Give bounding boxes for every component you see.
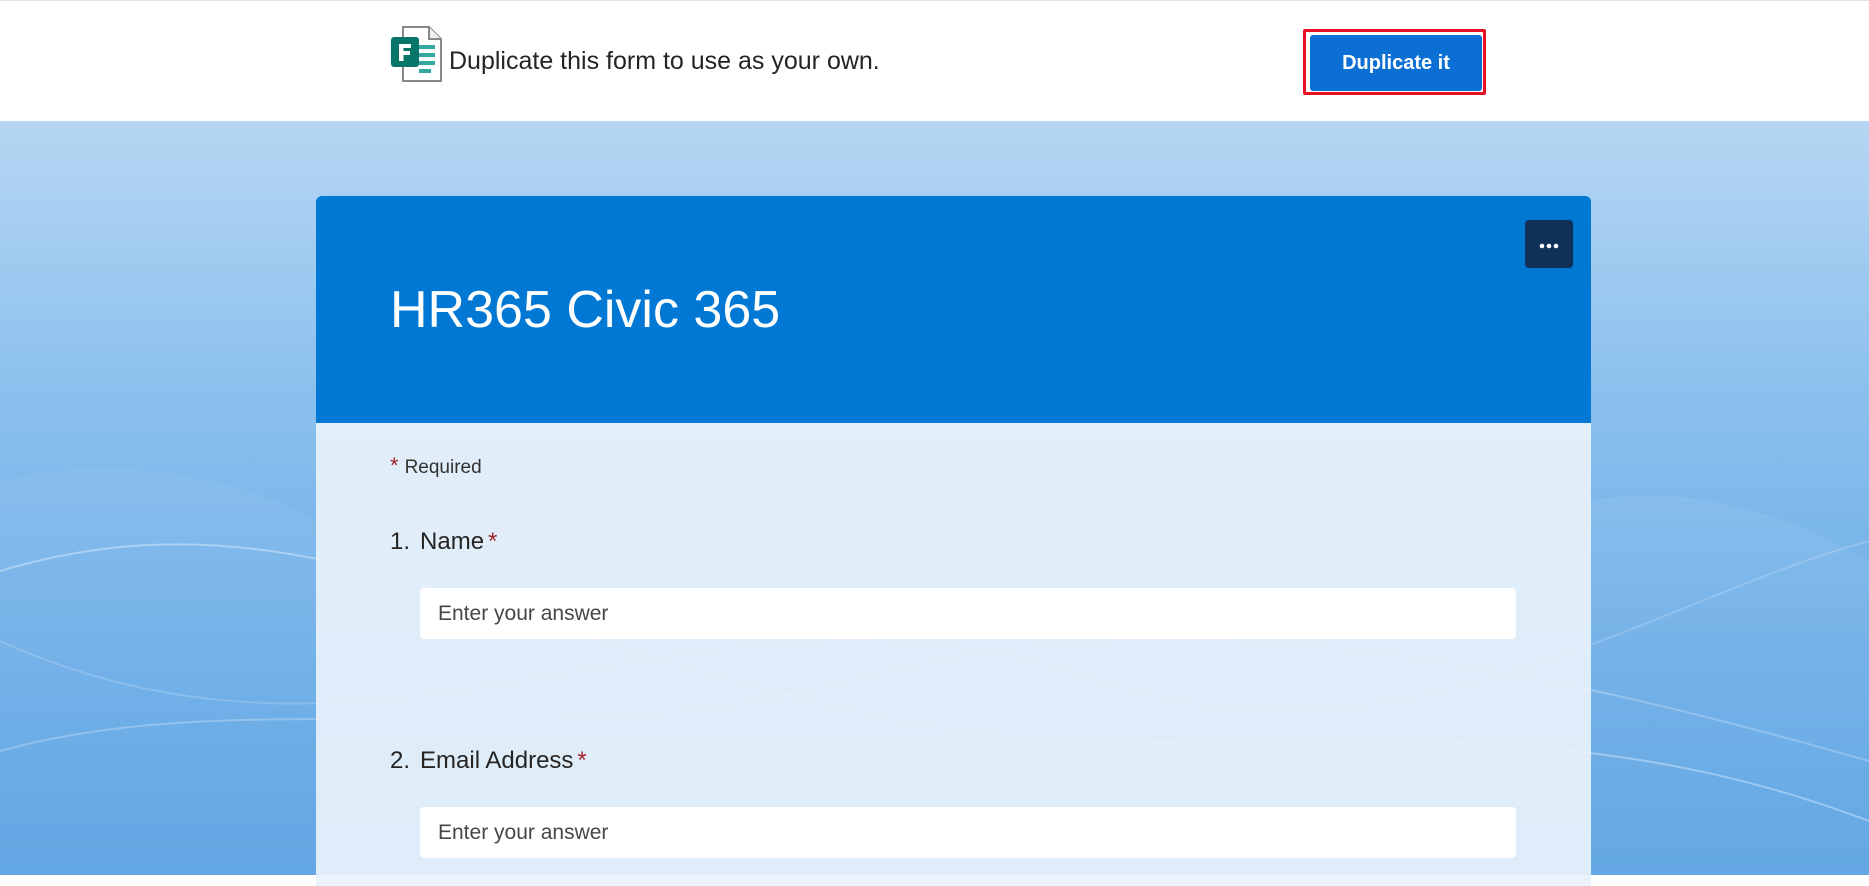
name-answer-input[interactable]	[420, 588, 1516, 639]
required-note: * Required	[390, 453, 482, 479]
question-number: 1.	[390, 528, 411, 555]
microsoft-forms-icon	[389, 25, 443, 83]
form-title: HR365 Civic 365	[390, 281, 781, 339]
email-answer-input[interactable]	[420, 807, 1516, 858]
form-card: HR365 Civic 365 *Required 1.Name* 2.Emai…	[316, 196, 1591, 886]
question-label: Name	[420, 528, 485, 555]
form-header: HR365 Civic 365	[316, 196, 1591, 423]
required-note-text: Required	[404, 457, 482, 478]
question-label: Email Address	[420, 747, 574, 774]
question-number: 2.	[390, 747, 411, 774]
form-body: *Required 1.Name* 2.Email Address*	[316, 423, 1591, 886]
more-options-button[interactable]	[1525, 220, 1573, 268]
required-asterisk: *	[488, 528, 498, 555]
banner-message: Duplicate this form to use as your own.	[449, 47, 880, 75]
required-asterisk: *	[577, 747, 587, 774]
question-2-title: 2. Email Address *	[390, 747, 587, 775]
question-1-title: 1. Name *	[390, 528, 497, 556]
more-horizontal-icon	[1539, 237, 1559, 252]
duplicate-banner: Duplicate this form to use as your own. …	[0, 0, 1869, 121]
required-asterisk: *	[390, 453, 399, 478]
duplicate-it-button[interactable]: Duplicate it	[1310, 35, 1482, 91]
